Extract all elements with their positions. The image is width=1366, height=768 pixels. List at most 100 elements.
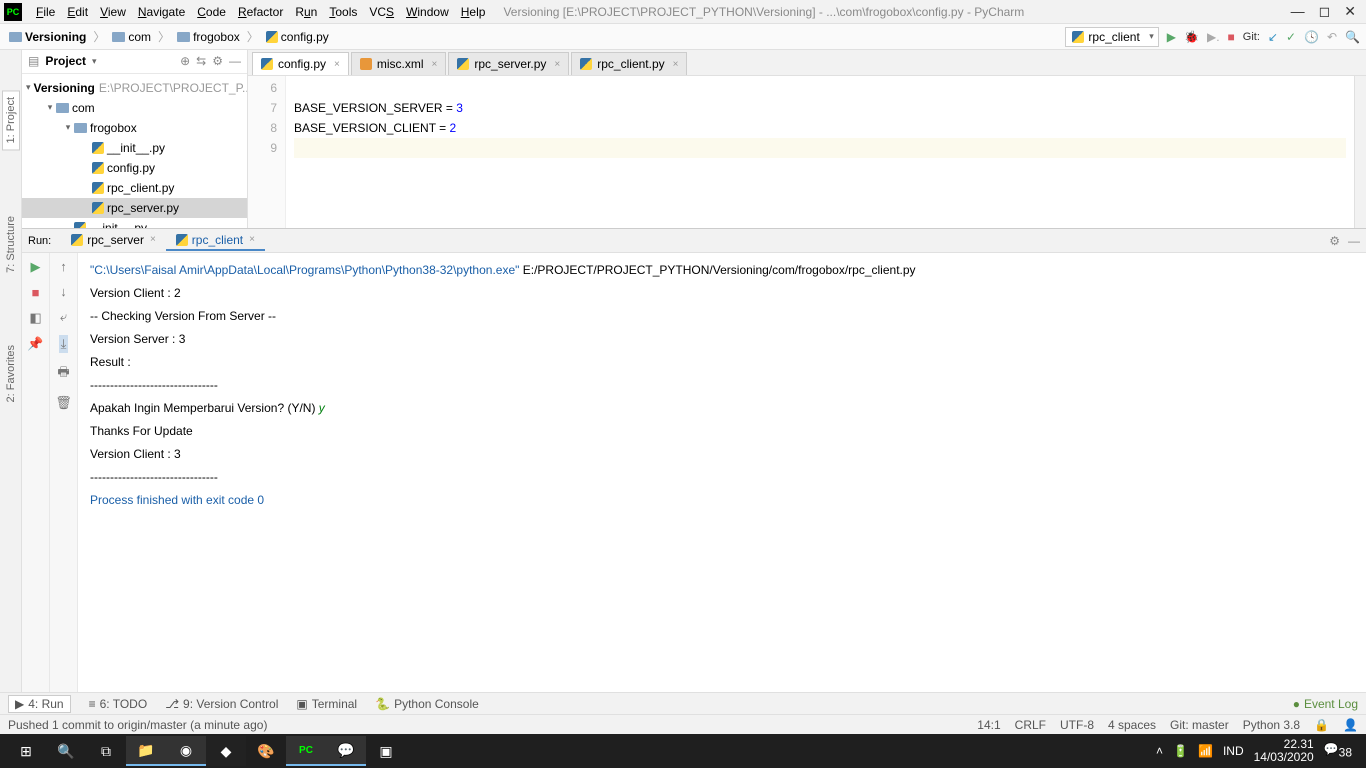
tab-rpc-server[interactable]: rpc_server.py×	[448, 52, 569, 75]
tab-rpc-client[interactable]: rpc_client.py×	[571, 52, 687, 75]
wifi-icon[interactable]: 📶	[1198, 744, 1213, 758]
git-update-icon[interactable]: ↙	[1268, 30, 1278, 44]
chrome-icon[interactable]: ◉	[166, 736, 206, 766]
gear-icon[interactable]: ⚙	[212, 54, 223, 68]
menu-navigate[interactable]: Navigate	[132, 3, 191, 21]
tree-root[interactable]: ▾VersioningE:\PROJECT\PROJECT_P...	[22, 78, 247, 98]
gear-icon[interactable]: ⚙	[1329, 234, 1340, 248]
tree-com[interactable]: ▾com	[22, 98, 247, 118]
project-panel-title[interactable]: Project	[45, 54, 86, 68]
tray-lang[interactable]: IND	[1223, 744, 1244, 758]
unity-icon[interactable]: ◆	[206, 736, 246, 766]
crumb-com[interactable]: com	[109, 29, 154, 45]
tray-clock[interactable]: 22.31 14/03/2020	[1254, 738, 1314, 764]
minimize-icon[interactable]: —	[1291, 3, 1305, 20]
stop-icon[interactable]: ■	[32, 285, 40, 300]
tree-file-init2[interactable]: __init__.py	[22, 218, 247, 228]
menu-window[interactable]: Window	[400, 3, 455, 21]
up-icon[interactable]: ↑	[60, 259, 67, 274]
tab-config[interactable]: config.py×	[252, 52, 349, 75]
hide-icon[interactable]: —	[1348, 234, 1360, 248]
menu-tools[interactable]: Tools	[323, 3, 363, 21]
tool-tab-structure[interactable]: 7: Structure	[3, 210, 19, 279]
tree-file-rpc-client[interactable]: rpc_client.py	[22, 178, 247, 198]
start-button[interactable]: ⊞	[6, 736, 46, 766]
event-log-button[interactable]: ● Event Log	[1293, 697, 1358, 711]
print-icon[interactable]: 🖶	[57, 363, 69, 385]
bottom-tab-terminal[interactable]: ▣ Terminal	[296, 697, 357, 711]
close-tab-icon[interactable]: ×	[150, 234, 156, 245]
crumb-versioning[interactable]: Versioning	[6, 29, 89, 45]
close-tab-icon[interactable]: ×	[432, 59, 438, 70]
menu-help[interactable]: Help	[455, 3, 492, 21]
bottom-tab-run[interactable]: ▶ 4: Run	[8, 695, 71, 713]
menu-view[interactable]: View	[94, 3, 132, 21]
close-tab-icon[interactable]: ×	[554, 59, 560, 70]
battery-icon[interactable]: 🔋	[1173, 744, 1188, 758]
tool-tab-project[interactable]: 1: Project	[2, 90, 20, 150]
code-editor[interactable]: 6789 BASE_VERSION_SERVER = 3 BASE_VERSIO…	[248, 76, 1366, 228]
status-git[interactable]: Git: master	[1170, 718, 1229, 732]
status-encoding[interactable]: UTF-8	[1060, 718, 1094, 732]
tray-chevron-icon[interactable]: ˄	[1156, 744, 1163, 758]
debug-icon[interactable]: 🐞	[1184, 30, 1199, 44]
tree-file-config[interactable]: config.py	[22, 158, 247, 178]
git-history-icon[interactable]: 🕓	[1304, 30, 1319, 44]
search-everywhere-icon[interactable]: 🔍	[1345, 30, 1360, 44]
notifications-icon[interactable]: 💬38	[1324, 742, 1352, 759]
console-output[interactable]: "C:\Users\Faisal Amir\AppData\Local\Prog…	[78, 253, 1366, 692]
tab-misc[interactable]: misc.xml×	[351, 52, 447, 75]
close-tab-icon[interactable]: ×	[673, 59, 679, 70]
menu-file[interactable]: File	[30, 3, 61, 21]
run-tab-rpc-server[interactable]: rpc_server×	[61, 231, 166, 251]
bottom-tab-vcs[interactable]: ⎇ 9: Version Control	[165, 697, 278, 711]
locate-icon[interactable]: ⊕	[180, 54, 190, 68]
layout-icon[interactable]: ◧	[29, 310, 41, 326]
menu-refactor[interactable]: Refactor	[232, 3, 289, 21]
clear-icon[interactable]: 🗑	[55, 395, 72, 411]
status-position[interactable]: 14:1	[977, 718, 1000, 732]
explorer-icon[interactable]: 📁	[126, 736, 166, 766]
git-rollback-icon[interactable]: ↶	[1327, 30, 1337, 44]
paint-icon[interactable]: 🎨	[246, 736, 286, 766]
run-icon[interactable]: ▶	[1167, 30, 1176, 44]
git-commit-icon[interactable]: ✓	[1286, 30, 1296, 44]
project-tree[interactable]: ▾VersioningE:\PROJECT\PROJECT_P... ▾com …	[22, 74, 247, 228]
hide-icon[interactable]: —	[229, 54, 241, 68]
close-tab-icon[interactable]: ×	[334, 59, 340, 70]
crumb-frogobox[interactable]: frogobox	[174, 29, 243, 45]
status-eol[interactable]: CRLF	[1015, 718, 1046, 732]
terminal-icon[interactable]: ▣	[366, 736, 406, 766]
bottom-tab-todo[interactable]: ≡ 6: TODO	[89, 697, 148, 711]
line-icon[interactable]: 💬	[326, 736, 366, 766]
status-indent[interactable]: 4 spaces	[1108, 718, 1156, 732]
run-coverage-icon[interactable]: ▶.	[1207, 30, 1220, 44]
search-icon[interactable]: 🔍	[46, 736, 86, 766]
task-view-icon[interactable]: ⧉	[86, 736, 126, 766]
inspector-icon[interactable]: 👤	[1343, 718, 1358, 732]
tree-file-rpc-server[interactable]: rpc_server.py	[22, 198, 247, 218]
menu-code[interactable]: Code	[191, 3, 232, 21]
maximize-icon[interactable]: ◻	[1319, 3, 1331, 20]
tree-file-init[interactable]: __init__.py	[22, 138, 247, 158]
chevron-down-icon[interactable]: ▾	[92, 56, 97, 67]
close-tab-icon[interactable]: ×	[249, 234, 255, 245]
status-python[interactable]: Python 3.8	[1243, 718, 1300, 732]
pin-icon[interactable]: 📌	[27, 336, 43, 352]
run-config-selector[interactable]: rpc_client	[1065, 27, 1158, 47]
editor-scrollbar[interactable]	[1354, 76, 1366, 228]
scroll-to-end-icon[interactable]: ⤓	[59, 335, 69, 353]
rerun-icon[interactable]: ▶	[31, 259, 41, 275]
down-icon[interactable]: ↓	[60, 284, 67, 299]
menu-vcs[interactable]: VCS	[363, 3, 400, 21]
bottom-tab-pyconsole[interactable]: 🐍 Python Console	[375, 697, 479, 711]
crumb-file[interactable]: config.py	[263, 29, 332, 45]
run-tab-rpc-client[interactable]: rpc_client×	[166, 231, 265, 251]
close-icon[interactable]: ✕	[1344, 3, 1356, 20]
pycharm-icon[interactable]: PC	[286, 736, 326, 766]
tool-tab-favorites[interactable]: 2: Favorites	[3, 339, 19, 408]
lock-icon[interactable]: 🔒	[1314, 718, 1329, 732]
menu-edit[interactable]: Edit	[61, 3, 94, 21]
system-tray[interactable]: ˄ 🔋 📶 IND 22.31 14/03/2020 💬38	[1156, 738, 1360, 764]
collapse-icon[interactable]: ⇆	[196, 54, 206, 68]
